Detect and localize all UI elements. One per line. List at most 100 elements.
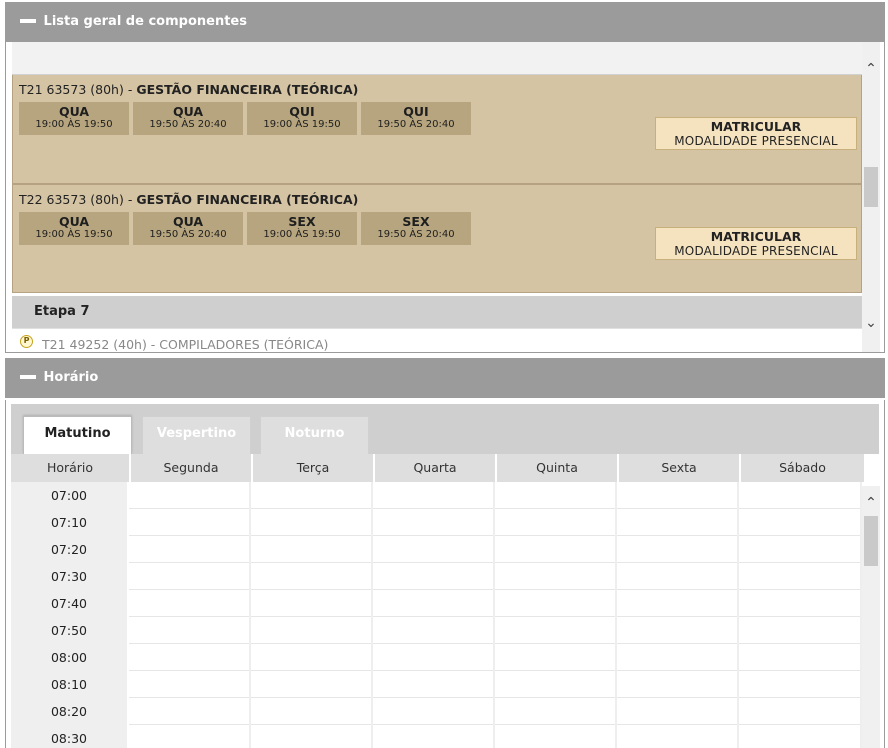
- table-row: 08:00: [11, 644, 864, 671]
- time-slot: QUA 19:00 ÀS 19:50: [19, 102, 129, 135]
- schedule-scrollbar[interactable]: ⌃: [862, 486, 880, 748]
- schedule-cell[interactable]: [617, 671, 739, 698]
- schedule-cell[interactable]: [251, 644, 373, 671]
- schedule-cell[interactable]: [129, 725, 251, 748]
- schedule-cell[interactable]: [373, 482, 495, 509]
- schedule-cell[interactable]: [739, 590, 862, 617]
- enroll-button[interactable]: MATRICULAR MODALIDADE PRESENCIAL: [655, 117, 857, 150]
- slot-day: QUI: [403, 104, 429, 119]
- schedule-cell[interactable]: [373, 671, 495, 698]
- schedule-cell[interactable]: [495, 563, 617, 590]
- slot-time: 19:00 ÀS 19:50: [35, 229, 113, 240]
- schedule-cell[interactable]: [617, 617, 739, 644]
- scrollbar-thumb[interactable]: [864, 167, 878, 207]
- schedule-cell[interactable]: [373, 563, 495, 590]
- schedule-cell[interactable]: [129, 617, 251, 644]
- schedule-cell[interactable]: [251, 590, 373, 617]
- chevron-up-icon[interactable]: ⌃: [862, 494, 880, 512]
- schedule-cell[interactable]: [617, 644, 739, 671]
- schedule-cell[interactable]: [495, 644, 617, 671]
- schedule-cell[interactable]: [739, 698, 862, 725]
- schedule-cell[interactable]: [251, 698, 373, 725]
- components-panel-header[interactable]: Lista geral de componentes: [5, 2, 885, 42]
- p-circle-icon: P: [20, 335, 33, 348]
- slot-time: 19:50 ÀS 20:40: [377, 119, 455, 130]
- schedule-cell[interactable]: [495, 671, 617, 698]
- time-slot: QUA 19:50 ÀS 20:40: [133, 212, 243, 245]
- schedule-cell[interactable]: [495, 536, 617, 563]
- schedule-cell[interactable]: [251, 671, 373, 698]
- schedule-cell[interactable]: [251, 725, 373, 748]
- time-cell: 07:10: [11, 509, 129, 536]
- column-header-sabado: Sábado: [741, 454, 864, 482]
- chevron-up-icon[interactable]: ⌃: [862, 60, 880, 78]
- schedule-cell[interactable]: [739, 482, 862, 509]
- schedule-cell[interactable]: [129, 644, 251, 671]
- schedule-cell[interactable]: [373, 509, 495, 536]
- schedule-cell[interactable]: [129, 536, 251, 563]
- enroll-button[interactable]: MATRICULAR MODALIDADE PRESENCIAL: [655, 227, 857, 260]
- schedule-cell[interactable]: [373, 698, 495, 725]
- schedule-cell[interactable]: [373, 644, 495, 671]
- schedule-cell[interactable]: [373, 536, 495, 563]
- column-header-horario: Horário: [11, 454, 131, 482]
- schedule-cell[interactable]: [251, 563, 373, 590]
- stage-header[interactable]: Etapa 7: [12, 296, 862, 328]
- schedule-cell[interactable]: [739, 563, 862, 590]
- table-row: 07:30: [11, 563, 864, 590]
- schedule-cell[interactable]: [617, 725, 739, 748]
- components-scrollbar[interactable]: ⌃ ⌄: [862, 42, 880, 352]
- offer-separator: -: [123, 82, 137, 97]
- tab-vespertino[interactable]: Vespertino: [142, 416, 251, 454]
- schedule-cell[interactable]: [739, 509, 862, 536]
- schedule-cell[interactable]: [739, 725, 862, 748]
- schedule-cell[interactable]: [617, 482, 739, 509]
- schedule-cell[interactable]: [495, 698, 617, 725]
- schedule-cell[interactable]: [129, 698, 251, 725]
- schedule-cell[interactable]: [739, 617, 862, 644]
- tab-noturno[interactable]: Noturno: [260, 416, 369, 454]
- modality-label: MODALIDADE PRESENCIAL: [674, 134, 838, 148]
- schedule-cell[interactable]: [495, 590, 617, 617]
- schedule-cell[interactable]: [373, 590, 495, 617]
- minus-icon[interactable]: [20, 18, 36, 23]
- schedule-cell[interactable]: [129, 671, 251, 698]
- schedule-cell[interactable]: [129, 590, 251, 617]
- schedule-cell[interactable]: [495, 482, 617, 509]
- chevron-down-icon[interactable]: ⌄: [862, 314, 880, 332]
- minus-icon[interactable]: [20, 374, 36, 379]
- enroll-label: MATRICULAR: [710, 229, 802, 244]
- schedule-cell[interactable]: [251, 509, 373, 536]
- schedule-cell[interactable]: [617, 698, 739, 725]
- time-cell: 08:30: [11, 725, 129, 748]
- schedule-cell[interactable]: [129, 509, 251, 536]
- schedule-cell[interactable]: [251, 482, 373, 509]
- offer-slots: QUA 19:00 ÀS 19:50 QUA 19:50 ÀS 20:40 QUI 1…: [19, 102, 475, 135]
- schedule-cell[interactable]: [495, 725, 617, 748]
- scrollbar-thumb[interactable]: [864, 516, 878, 566]
- tab-matutino[interactable]: Matutino: [23, 416, 132, 454]
- class-offer: T22 63573 (80h) - GESTÃO FINANCEIRA (TEÓ…: [12, 184, 862, 293]
- offer-separator: -: [123, 192, 137, 207]
- slot-time: 19:50 ÀS 20:40: [377, 229, 455, 240]
- schedule-cell[interactable]: [739, 536, 862, 563]
- schedule-cell[interactable]: [495, 509, 617, 536]
- schedule-cell[interactable]: [495, 617, 617, 644]
- list-item[interactable]: P T21 49252 (40h) - COMPILADORES (TEÓRIC…: [12, 328, 862, 352]
- column-header-sexta: Sexta: [619, 454, 741, 482]
- table-row: 07:10: [11, 509, 864, 536]
- schedule-cell[interactable]: [251, 617, 373, 644]
- schedule-cell[interactable]: [617, 509, 739, 536]
- schedule-panel-header[interactable]: Horário: [5, 358, 885, 398]
- schedule-cell[interactable]: [617, 590, 739, 617]
- schedule-cell[interactable]: [739, 671, 862, 698]
- schedule-cell[interactable]: [373, 725, 495, 748]
- schedule-cell[interactable]: [739, 644, 862, 671]
- schedule-cell[interactable]: [617, 536, 739, 563]
- schedule-cell[interactable]: [129, 482, 251, 509]
- time-cell: 07:50: [11, 617, 129, 644]
- schedule-cell[interactable]: [373, 617, 495, 644]
- schedule-cell[interactable]: [251, 536, 373, 563]
- schedule-cell[interactable]: [129, 563, 251, 590]
- schedule-cell[interactable]: [617, 563, 739, 590]
